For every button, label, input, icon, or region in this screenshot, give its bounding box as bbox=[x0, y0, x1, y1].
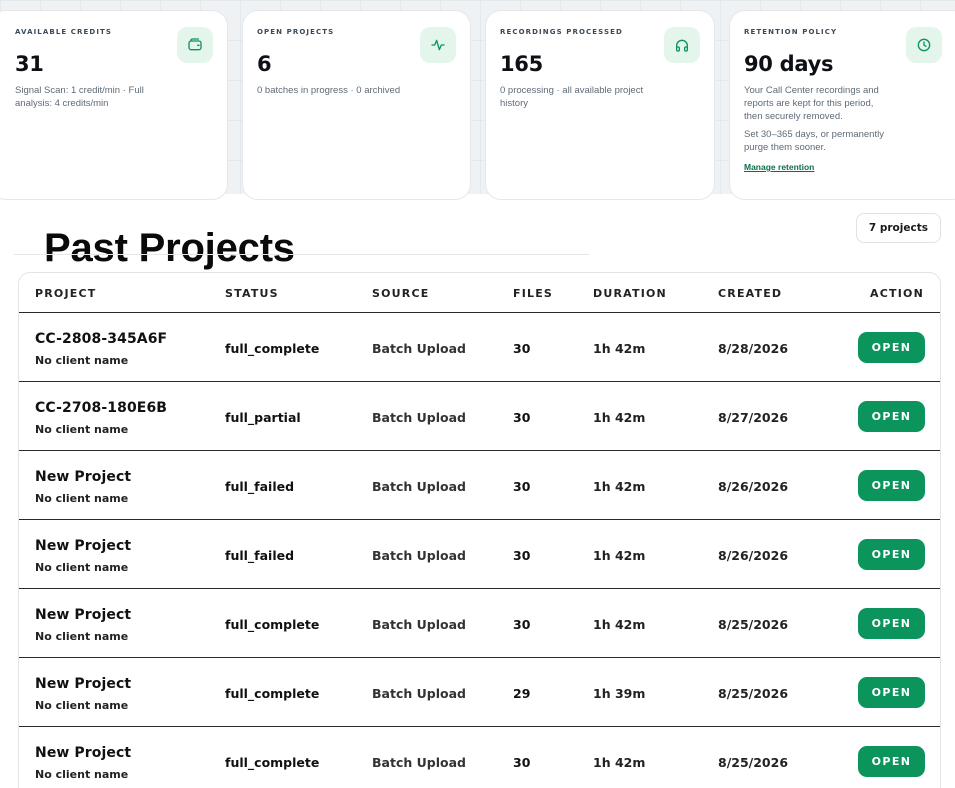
table-row: New Project No client name full_failed B… bbox=[19, 451, 940, 520]
open-button[interactable]: OPEN bbox=[858, 677, 925, 708]
credits-card: AVAILABLE CREDITS 31 Signal Scan: 1 cred… bbox=[0, 10, 228, 200]
project-status: full_complete bbox=[225, 686, 320, 701]
headphones-icon bbox=[664, 27, 700, 63]
project-name: New Project bbox=[35, 745, 132, 761]
project-source: Batch Upload bbox=[372, 341, 466, 356]
open-button[interactable]: OPEN bbox=[858, 332, 925, 363]
project-name: New Project bbox=[35, 676, 132, 692]
client-name: No client name bbox=[35, 561, 129, 574]
table-row: New Project No client name full_complete… bbox=[19, 589, 940, 658]
project-status: full_complete bbox=[225, 341, 320, 356]
open-button[interactable]: OPEN bbox=[858, 470, 925, 501]
project-source: Batch Upload bbox=[372, 479, 466, 494]
project-source: Batch Upload bbox=[372, 686, 466, 701]
open-projects-card: OPEN PROJECTS 6 0 batches in progress · … bbox=[242, 10, 471, 200]
retention-card: RETENTION POLICY 90 days Your Call Cente… bbox=[729, 10, 955, 200]
header-created: CREATED bbox=[718, 287, 783, 300]
header-duration: DURATION bbox=[593, 287, 667, 300]
file-count: 30 bbox=[513, 341, 531, 356]
header-project: PROJECT bbox=[35, 287, 97, 300]
project-duration: 1h 42m bbox=[593, 617, 646, 632]
recordings-sub: 0 processing · all available project his… bbox=[500, 85, 644, 109]
project-name: New Project bbox=[35, 538, 132, 554]
header-files: FILES bbox=[513, 287, 554, 300]
file-count: 30 bbox=[513, 617, 531, 632]
created-date: 8/26/2026 bbox=[718, 548, 789, 563]
project-source: Batch Upload bbox=[372, 617, 466, 632]
table-header: PROJECT STATUS SOURCE FILES DURATION CRE… bbox=[19, 273, 940, 313]
project-status: full_complete bbox=[225, 755, 320, 770]
created-date: 8/28/2026 bbox=[718, 341, 789, 356]
retention-sub-1: Your Call Center recordings and reports … bbox=[744, 85, 879, 122]
open-button[interactable]: OPEN bbox=[858, 608, 925, 639]
created-date: 8/26/2026 bbox=[718, 479, 789, 494]
table-row: CC-2708-180E6B No client name full_parti… bbox=[19, 382, 940, 451]
open-button[interactable]: OPEN bbox=[858, 539, 925, 570]
created-date: 8/25/2026 bbox=[718, 686, 789, 701]
recordings-card: RECORDINGS PROCESSED 165 0 processing · … bbox=[485, 10, 715, 200]
header-action: ACTION bbox=[870, 287, 924, 300]
project-source: Batch Upload bbox=[372, 548, 466, 563]
table-row: New Project No client name full_failed B… bbox=[19, 520, 940, 589]
client-name: No client name bbox=[35, 354, 129, 367]
client-name: No client name bbox=[35, 630, 129, 643]
file-count: 30 bbox=[513, 410, 531, 425]
table-row: New Project No client name full_complete… bbox=[19, 727, 940, 788]
created-date: 8/27/2026 bbox=[718, 410, 789, 425]
open-button[interactable]: OPEN bbox=[858, 401, 925, 432]
client-name: No client name bbox=[35, 699, 129, 712]
project-duration: 1h 42m bbox=[593, 479, 646, 494]
retention-sub-2: Set 30–365 days, or permanently purge th… bbox=[744, 129, 884, 153]
project-name: New Project bbox=[35, 607, 132, 623]
header-status: STATUS bbox=[225, 287, 279, 300]
project-name: CC-2708-180E6B bbox=[35, 400, 168, 416]
title-divider bbox=[14, 254, 589, 255]
activity-icon bbox=[420, 27, 456, 63]
wallet-icon bbox=[177, 27, 213, 63]
projects-sub: 0 batches in progress · 0 archived bbox=[257, 85, 401, 96]
credits-sub: Signal Scan: 1 credit/min · Full analysi… bbox=[15, 85, 144, 109]
table-row: CC-2808-345A6F No client name full_compl… bbox=[19, 313, 940, 382]
client-name: No client name bbox=[35, 768, 129, 781]
manage-retention-link[interactable]: Manage retention bbox=[744, 162, 814, 172]
project-duration: 1h 42m bbox=[593, 755, 646, 770]
project-status: full_failed bbox=[225, 548, 295, 563]
project-source: Batch Upload bbox=[372, 410, 466, 425]
stats-band: AVAILABLE CREDITS 31 Signal Scan: 1 cred… bbox=[0, 0, 955, 200]
header-source: SOURCE bbox=[372, 287, 430, 300]
project-name: New Project bbox=[35, 469, 132, 485]
project-duration: 1h 42m bbox=[593, 341, 646, 356]
project-name: CC-2808-345A6F bbox=[35, 331, 168, 347]
client-name: No client name bbox=[35, 492, 129, 505]
open-button[interactable]: OPEN bbox=[858, 746, 925, 777]
file-count: 30 bbox=[513, 479, 531, 494]
client-name: No client name bbox=[35, 423, 129, 436]
project-duration: 1h 42m bbox=[593, 548, 646, 563]
clock-icon bbox=[906, 27, 942, 63]
project-status: full_partial bbox=[225, 410, 301, 425]
projects-table: PROJECT STATUS SOURCE FILES DURATION CRE… bbox=[18, 272, 941, 788]
created-date: 8/25/2026 bbox=[718, 617, 789, 632]
project-count-badge: 7 projects bbox=[855, 213, 941, 243]
project-status: full_complete bbox=[225, 617, 320, 632]
file-count: 30 bbox=[513, 755, 531, 770]
project-source: Batch Upload bbox=[372, 755, 466, 770]
project-duration: 1h 42m bbox=[593, 410, 646, 425]
created-date: 8/25/2026 bbox=[718, 755, 789, 770]
page-title: Past Projects bbox=[44, 226, 295, 270]
project-duration: 1h 39m bbox=[593, 686, 646, 701]
table-row: New Project No client name full_complete… bbox=[19, 658, 940, 727]
file-count: 29 bbox=[513, 686, 531, 701]
file-count: 30 bbox=[513, 548, 531, 563]
project-status: full_failed bbox=[225, 479, 295, 494]
